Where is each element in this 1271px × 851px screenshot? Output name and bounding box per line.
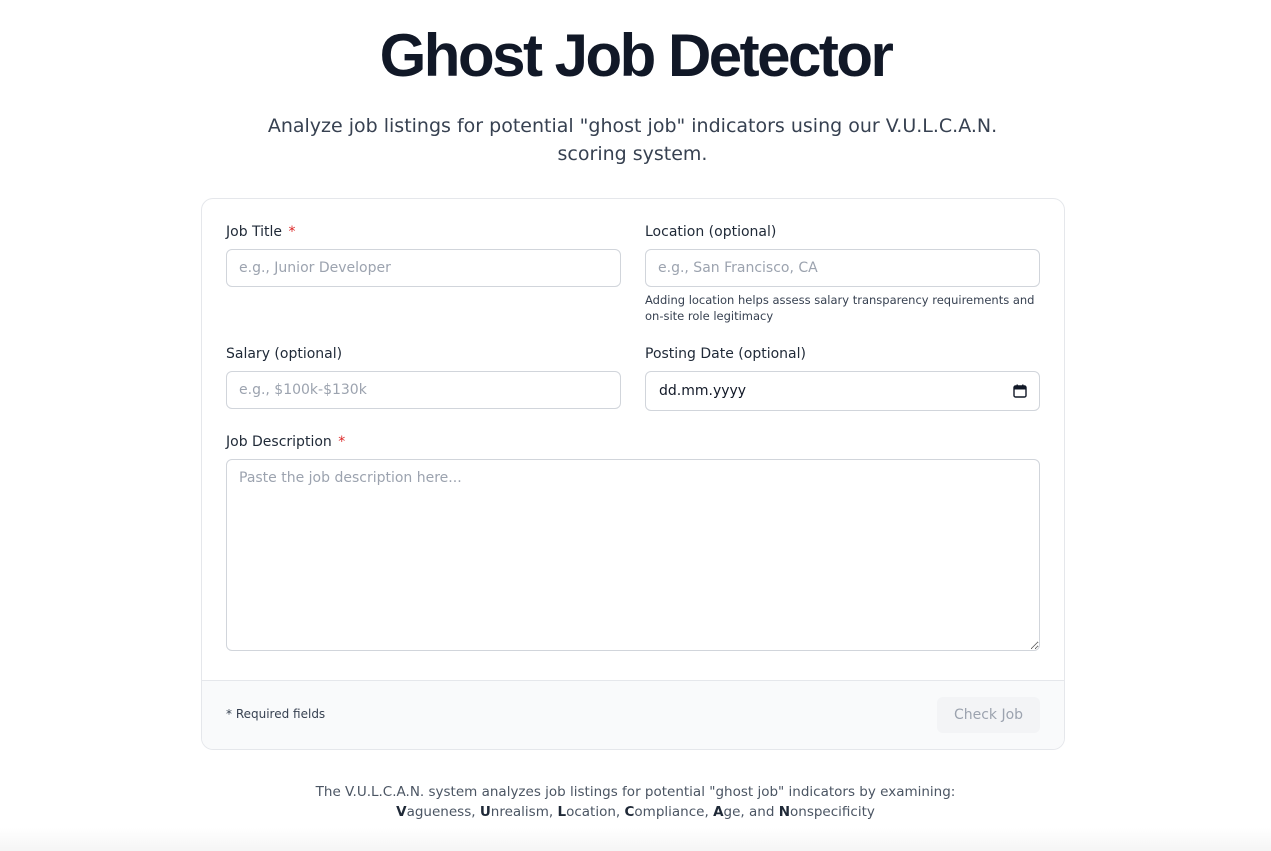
term-compliance: Compliance: [625, 804, 705, 820]
job-title-label: Job Title *: [226, 223, 621, 243]
job-description-field: Job Description *: [226, 433, 1040, 651]
term-initial: L: [557, 804, 567, 820]
job-title-label-text: Job Title: [226, 224, 283, 240]
term-separator: ,: [615, 804, 625, 820]
term-initial: C: [624, 804, 635, 820]
posting-date-input[interactable]: dd.mm.yyyy: [645, 371, 1040, 411]
page-bottom-edge: [0, 828, 1271, 851]
term-rest: ge: [723, 804, 741, 820]
location-help-text: Adding location helps assess salary tran…: [645, 293, 1035, 323]
term-initial: N: [778, 804, 790, 820]
vulcan-info: The V.U.L.C.A.N. system analyzes job lis…: [0, 782, 1271, 822]
posting-date-field: Posting Date (optional) dd.mm.yyyy: [645, 345, 1040, 411]
required-asterisk: *: [288, 224, 296, 240]
posting-date-value: dd.mm.yyyy: [659, 383, 747, 399]
calendar-icon[interactable]: [1013, 384, 1027, 398]
page-subtitle: Analyze job listings for potential "ghos…: [267, 115, 998, 165]
page-title: Ghost Job Detector: [379, 22, 894, 89]
job-title-field: Job Title *: [226, 223, 621, 287]
term-rest: agueness: [406, 804, 472, 820]
term-rest: onspecificity: [790, 804, 875, 820]
form-footer: * Required fields Check Job: [202, 680, 1064, 749]
job-description-textarea[interactable]: [226, 459, 1040, 651]
term-rest: ompliance: [634, 804, 705, 820]
term-separator: ,: [471, 804, 480, 820]
required-fields-note: * Required fields: [226, 707, 326, 721]
term-rest: nrealism: [490, 804, 549, 820]
job-description-label-text: Job Description: [226, 434, 332, 450]
job-form-card: Job Title * Location (optional) Adding l…: [201, 198, 1065, 750]
term-age: Age: [713, 804, 740, 820]
required-asterisk: *: [338, 434, 346, 450]
term-unrealism: Unrealism: [480, 804, 549, 820]
check-job-button[interactable]: Check Job: [937, 697, 1040, 733]
job-description-label: Job Description *: [226, 433, 1040, 453]
term-initial: A: [713, 804, 724, 820]
location-input[interactable]: [645, 249, 1040, 287]
term-separator: ,: [704, 804, 714, 820]
term-and: and: [748, 804, 779, 820]
location-label: Location (optional): [645, 224, 777, 240]
salary-label: Salary (optional): [226, 346, 343, 362]
term-location: Location: [557, 804, 615, 820]
salary-input[interactable]: [226, 371, 621, 409]
vulcan-terms: Vagueness, Unrealism, Location, Complian…: [0, 802, 1271, 822]
term-nonspecificity: Nonspecificity: [779, 804, 875, 820]
salary-field: Salary (optional): [226, 345, 621, 409]
vulcan-info-line1: The V.U.L.C.A.N. system analyzes job lis…: [315, 784, 956, 800]
term-initial: U: [479, 804, 491, 820]
term-vagueness: Vagueness: [396, 804, 471, 820]
term-separator: ,: [740, 804, 749, 820]
posting-date-label: Posting Date (optional): [645, 346, 806, 362]
job-title-input[interactable]: [226, 249, 621, 287]
term-rest: ocation: [566, 804, 616, 820]
location-field: Location (optional) Adding location help…: [645, 223, 1040, 324]
term-initial: V: [396, 804, 407, 820]
